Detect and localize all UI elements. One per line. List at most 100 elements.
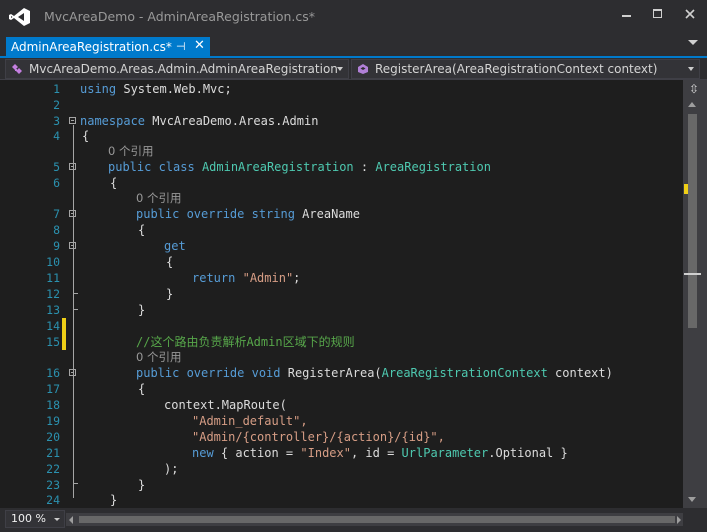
chevron-down-icon	[688, 67, 694, 71]
line-number: 12	[46, 287, 60, 301]
tab-close-icon[interactable]: ✕	[194, 36, 205, 56]
zoom-combo[interactable]: 100 %	[5, 510, 65, 528]
close-icon	[685, 9, 695, 19]
member-combo[interactable]: RegisterArea(AreaRegistrationContext con…	[351, 59, 700, 79]
line-number: 11	[46, 271, 60, 285]
code-line: {	[110, 176, 118, 190]
scrollbar-caret-marker	[684, 273, 701, 275]
vertical-scroll-thumb[interactable]	[688, 114, 697, 328]
scroll-right-arrow-icon[interactable]	[677, 516, 681, 524]
scroll-up-arrow-icon[interactable]	[688, 102, 696, 107]
line-number: 4	[53, 129, 60, 143]
code-line: "Admin/{controller}/{action}/{id}",	[192, 430, 445, 444]
collapse-toggle[interactable]	[69, 242, 76, 249]
pin-icon[interactable]: ⊣	[176, 37, 186, 57]
scroll-left-arrow-icon[interactable]	[69, 516, 73, 524]
line-number-column: 1 2 3 4 5 6 7 8 9 10 11 12 13 14 15 16 1…	[24, 80, 60, 508]
line-number: 9	[53, 239, 60, 253]
line-number: 16	[46, 366, 60, 380]
line-number: 14	[46, 319, 60, 333]
outline-end-tick	[73, 483, 78, 484]
member-combo-text: RegisterArea(AreaRegistrationContext con…	[375, 62, 658, 76]
line-number: 7	[53, 207, 60, 221]
navigation-bar: MvcAreaDemo.Areas.Admin.AdminAreaRegistr…	[0, 58, 707, 80]
line-number: 17	[46, 382, 60, 396]
horizontal-scrollbar[interactable]	[66, 513, 683, 526]
type-combo-text: MvcAreaDemo.Areas.Admin.AdminAreaRegistr…	[29, 62, 338, 76]
line-number: 8	[53, 223, 60, 237]
codelens-references[interactable]: 0 个引用	[136, 190, 181, 206]
code-line: {	[138, 382, 146, 396]
line-number: 5	[53, 160, 60, 174]
line-number: 3	[53, 114, 60, 128]
line-number: 6	[53, 176, 60, 190]
title-bar: MvcAreaDemo - AdminAreaRegistration.cs*	[0, 0, 707, 34]
code-line: }	[166, 287, 174, 301]
code-line: using System.Web.Mvc;	[80, 82, 232, 96]
minimize-icon	[622, 15, 631, 17]
outline-end-tick	[73, 309, 78, 310]
code-editor[interactable]: 1 2 3 4 5 6 7 8 9 10 11 12 13 14 15 16 1…	[0, 80, 707, 508]
visual-studio-logo-icon	[9, 8, 30, 26]
code-line: context.MapRoute(	[164, 398, 287, 412]
code-line: {	[138, 223, 146, 237]
line-number: 21	[46, 446, 60, 460]
line-number: 1	[53, 82, 60, 96]
code-line: return "Admin";	[192, 271, 301, 285]
tab-admin-area-registration[interactable]: AdminAreaRegistration.cs* ⊣ ✕	[6, 37, 210, 58]
collapse-toggle[interactable]	[69, 163, 76, 170]
class-icon	[12, 64, 22, 74]
line-number: 20	[46, 430, 60, 444]
collapse-toggle[interactable]	[69, 210, 76, 217]
scrollbar-change-marker	[684, 184, 688, 194]
close-button[interactable]	[676, 3, 704, 27]
horizontal-scroll-thumb[interactable]	[79, 516, 675, 523]
line-number: 15	[46, 335, 60, 349]
line-number: 22	[46, 462, 60, 476]
chevron-down-icon	[54, 518, 60, 521]
line-number: 13	[46, 303, 60, 317]
code-line: new { action = "Index", id = UrlParamete…	[192, 446, 568, 460]
editor-bottom-bar: 100 %	[0, 508, 707, 532]
line-number: 19	[46, 414, 60, 428]
minimize-button[interactable]	[613, 3, 641, 27]
outline-guide	[73, 125, 74, 498]
collapse-toggle[interactable]	[69, 369, 76, 376]
maximize-icon	[653, 9, 662, 18]
outlining-margin	[66, 80, 80, 508]
line-number: 10	[46, 255, 60, 269]
collapse-toggle[interactable]	[69, 117, 76, 124]
codelens-references[interactable]: 0 个引用	[108, 143, 153, 159]
code-line: public override string AreaName	[136, 207, 360, 221]
method-icon	[358, 64, 368, 74]
code-line: }	[138, 478, 146, 492]
code-line: }	[138, 303, 146, 317]
code-line: {	[82, 129, 90, 143]
code-text-area[interactable]: using System.Web.Mvc; namespace MvcAreaD…	[80, 80, 683, 508]
code-comment: //这个路由负责解析Admin区域下的规则	[136, 335, 355, 349]
code-line: namespace MvcAreaDemo.Areas.Admin	[80, 114, 319, 128]
chevron-down-icon	[337, 67, 343, 71]
zoom-level: 100 %	[11, 512, 46, 525]
maximize-button[interactable]	[644, 3, 672, 27]
line-number: 23	[46, 478, 60, 492]
document-tab-strip: AdminAreaRegistration.cs* ⊣ ✕	[0, 34, 707, 58]
code-line: );	[164, 462, 179, 476]
code-line: public override void RegisterArea(AreaRe…	[136, 366, 613, 380]
code-line: "Admin_default",	[192, 414, 308, 428]
tab-overflow-chevron-down-icon[interactable]	[688, 40, 698, 45]
tab-label: AdminAreaRegistration.cs*	[11, 40, 172, 54]
line-number: 18	[46, 398, 60, 412]
split-view-icon[interactable]: ⇳	[686, 82, 702, 96]
line-number: 24	[46, 493, 60, 507]
indicator-margin[interactable]	[0, 80, 24, 508]
line-number: 2	[53, 98, 60, 112]
codelens-references[interactable]: 0 个引用	[136, 349, 181, 365]
type-combo[interactable]: MvcAreaDemo.Areas.Admin.AdminAreaRegistr…	[5, 59, 349, 79]
code-line: get	[164, 239, 186, 253]
window-title: MvcAreaDemo - AdminAreaRegistration.cs*	[44, 9, 316, 24]
scroll-down-arrow-icon[interactable]	[688, 497, 696, 502]
code-line: {	[166, 255, 174, 269]
code-line: public class AdminAreaRegistration : Are…	[108, 160, 491, 174]
code-line: }	[110, 493, 118, 507]
